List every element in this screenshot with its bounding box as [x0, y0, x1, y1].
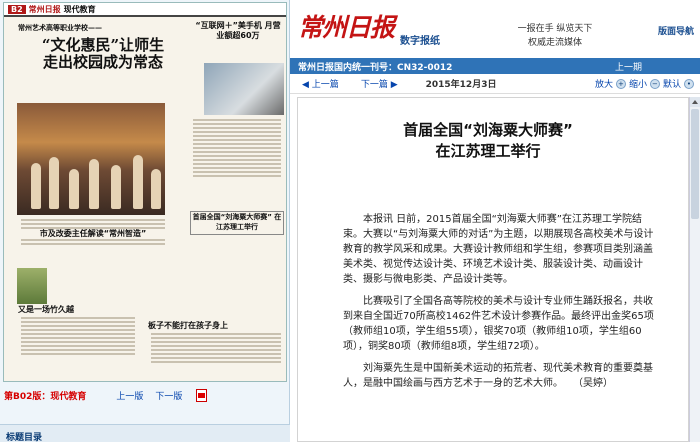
- paragraph: 本报讯 日前，2015首届全国“刘海粟大师赛”在江苏理工学院结束。大赛以“与刘海…: [343, 214, 654, 285]
- mid-story[interactable]: 市及改委主任解读“常州智造”: [18, 229, 168, 249]
- lead-photo: [17, 103, 165, 215]
- paper-section: 现代教育: [63, 4, 96, 14]
- zoom-out-label[interactable]: 缩小: [629, 77, 647, 90]
- article-title-line-1: 首届全国“刘海粟大师赛”: [403, 121, 573, 139]
- site-slogan: 一报在手 纵览天下 权威走流媒体: [510, 22, 600, 50]
- small-headline: 首届全国“刘海粟大师赛” 在江苏理工举行: [192, 213, 282, 231]
- scroll-thumb[interactable]: [691, 109, 699, 219]
- paper-masthead: 常州日报: [28, 4, 61, 14]
- article-scrollbar[interactable]: [689, 97, 700, 442]
- prev-issue-link[interactable]: 上一期: [615, 60, 642, 73]
- lead-headline-2: 走出校园成为常态: [42, 53, 163, 71]
- site-logo[interactable]: 常州日报: [298, 8, 395, 44]
- bottom-left-headline: 又是一场竹久越: [18, 305, 74, 314]
- prev-article-link[interactable]: ◀ 上一篇: [302, 77, 339, 90]
- zoom-controls: 放大 + 缩小 − 默认 •: [595, 77, 700, 90]
- article-body: 本报讯 日前，2015首届全国“刘海粟大师赛”在江苏理工学院结束。大赛以“与刘海…: [343, 212, 661, 398]
- lead-kicker: 常州艺术高等职业学校——: [18, 24, 102, 32]
- paragraph: 比赛吸引了全国各高等院校的美术与设计专业师生踊跃报名，共收到来自全国近70所高校…: [343, 296, 654, 352]
- title-directory[interactable]: 标题目录: [0, 424, 290, 443]
- prev-page-link[interactable]: 上一版: [116, 389, 143, 402]
- paragraph: 刘海粟先生是中国新美术运动的拓荒者、现代美术教育的重要奠基人，是融中国绘画与西方…: [343, 363, 653, 389]
- right-panel: 常州日报 数字报纸 一报在手 纵览天下 权威走流媒体 版面导航 常州日报国内统一…: [290, 0, 700, 442]
- article-content: 首届全国“刘海粟大师赛” 在江苏理工举行 本报讯 日前，2015首届全国“刘海粟…: [297, 97, 689, 442]
- bottom-photo: [17, 268, 47, 304]
- bottom-right-story[interactable]: 板子不能打在孩子身上: [148, 321, 284, 381]
- newspaper-page-thumbnail[interactable]: B2 常州日报 现代教育 常州艺术高等职业学校—— “文化惠民”让师生 走出校园…: [3, 2, 287, 382]
- mid-headline: 市及改委主任解读“常州智造”: [18, 229, 168, 239]
- zoom-default-icon[interactable]: •: [684, 78, 694, 89]
- site-header: 常州日报 数字报纸 一报在手 纵览天下 权威走流媒体 版面导航: [290, 0, 700, 58]
- side-headline: “互联网＋”美手机 月营业额超60万: [195, 21, 281, 40]
- slogan-line-1: 一报在手 纵览天下: [517, 24, 593, 34]
- zoom-out-icon[interactable]: −: [649, 78, 660, 89]
- slogan-line-2: 权威走流媒体: [527, 38, 582, 48]
- article-title-line-2: 在江苏理工举行: [435, 142, 541, 160]
- layout-nav-link[interactable]: 版面导航: [658, 24, 694, 37]
- page-number: B2: [8, 4, 26, 14]
- pdf-icon[interactable]: [196, 388, 208, 402]
- bottom-right-headline: 板子不能打在孩子身上: [148, 321, 228, 330]
- lead-headline-1: “文化惠民”让师生: [41, 36, 165, 54]
- next-article-link[interactable]: 下一篇 ▶: [361, 77, 398, 90]
- paper-header: B2 常州日报 现代教育: [4, 3, 286, 17]
- bottom-left-story[interactable]: 又是一场竹久越: [18, 305, 138, 381]
- small-story[interactable]: 首届全国“刘海粟大师赛” 在江苏理工举行: [190, 211, 284, 235]
- article-title: 首届全国“刘海粟大师赛” 在江苏理工举行: [298, 120, 678, 162]
- side-photo: [204, 63, 284, 115]
- scroll-up-icon[interactable]: [690, 97, 700, 107]
- issue-bar: 常州日报国内统一刊号：CN32-0012 上一期: [290, 58, 700, 74]
- left-panel: B2 常州日报 现代教育 常州艺术高等职业学校—— “文化惠民”让师生 走出校园…: [0, 0, 290, 443]
- zoom-default-label[interactable]: 默认: [663, 77, 681, 90]
- site-subtitle: 数字报纸: [400, 36, 440, 47]
- lead-story[interactable]: 常州艺术高等职业学校—— “文化惠民”让师生 走出校园成为常态: [18, 23, 188, 103]
- side-text: [190, 117, 284, 205]
- zoom-in-label[interactable]: 放大: [595, 77, 613, 90]
- next-page-link[interactable]: 下一版: [155, 389, 182, 402]
- article-navbar: ◀ 上一篇 下一篇 ▶ 2015年12月3日 放大 + 缩小 − 默认 •: [290, 74, 700, 94]
- side-story[interactable]: “互联网＋”美手机 月营业额超60万: [192, 21, 284, 63]
- current-edition: 第B02版：现代教育: [4, 391, 87, 402]
- issue-date: 2015年12月3日: [425, 80, 497, 90]
- page-navigation: 第B02版：现代教育 上一版 下一版: [4, 387, 286, 403]
- zoom-in-icon[interactable]: +: [615, 78, 626, 89]
- issue-title: 常州日报国内统一刊号：CN32-0012: [298, 62, 453, 73]
